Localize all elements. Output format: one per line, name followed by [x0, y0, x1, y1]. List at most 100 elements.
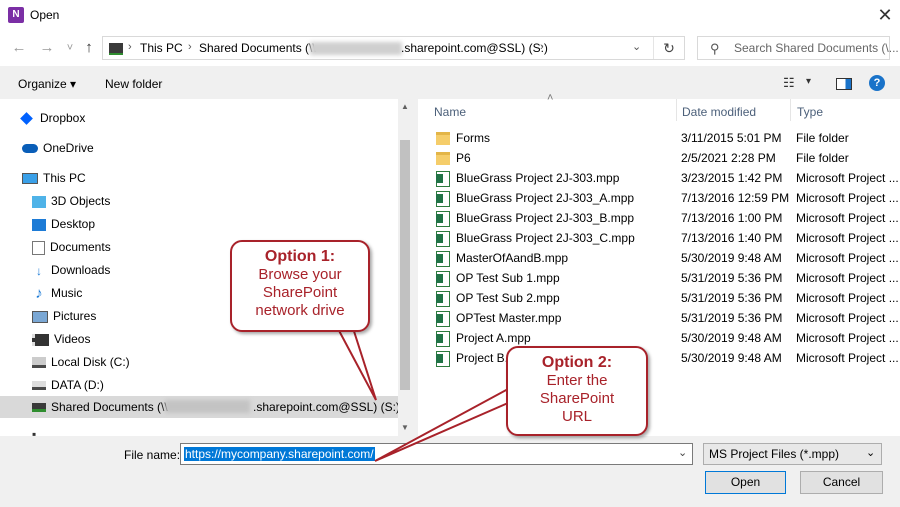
sidebar-item-dropbox[interactable]: Dropbox	[20, 107, 85, 129]
sidebar-item-label: DATA (D:)	[51, 378, 104, 392]
network-drive-icon	[109, 43, 123, 55]
file-row[interactable]: BlueGrass Project 2J-303.mpp 3/23/2015 1:…	[436, 168, 900, 188]
option1-title: Option 1:	[264, 248, 336, 265]
help-icon[interactable]: ?	[869, 75, 885, 91]
file-date-modified: 3/11/2015 5:01 PM	[681, 131, 782, 145]
search-placeholder: Search Shared Documents (\...	[734, 41, 899, 55]
file-type: Microsoft Project ...	[796, 231, 899, 245]
file-row[interactable]: OP Test Sub 1.mpp 5/31/2019 5:36 PM Micros…	[436, 268, 900, 288]
address-dropdown-chevron-icon[interactable]: ⌄	[632, 40, 641, 53]
sidebar-item-data-drive[interactable]: DATA (D:)	[32, 374, 104, 396]
sidebar-item-documents[interactable]: Documents	[32, 236, 111, 258]
file-row[interactable]: BlueGrass Project 2J-303_C.mpp 7/13/2016 …	[436, 228, 900, 248]
file-type-dropdown-chevron-icon: ⌄	[866, 447, 876, 459]
sidebar-item-label-start: Shared Documents (\\	[51, 400, 168, 414]
scroll-down-icon[interactable]: ▼	[401, 423, 409, 432]
open-button[interactable]: Open	[705, 471, 786, 494]
sidebar-item-shared-documents[interactable]: Shared Documents (\\	[32, 396, 168, 418]
sidebar-item-onedrive[interactable]: OneDrive	[22, 137, 94, 159]
sidebar-item-this-pc[interactable]: This PC	[22, 167, 86, 189]
video-icon	[32, 333, 49, 346]
file-type: Microsoft Project ...	[796, 291, 899, 305]
file-row[interactable]: Forms 3/11/2015 5:01 PM File folder	[436, 128, 900, 148]
project-file-icon	[436, 190, 450, 207]
column-divider[interactable]	[790, 99, 791, 121]
forward-arrow-icon[interactable]: →	[38, 38, 56, 58]
filename-dropdown-chevron-icon[interactable]: ⌄	[678, 446, 687, 459]
file-row[interactable]: BlueGrass Project 2J-303_B.mpp 7/13/2016 …	[436, 208, 900, 228]
filename-input[interactable]: https://mycompany.sharepoint.com/ ⌄	[180, 443, 693, 465]
project-file-icon	[436, 310, 450, 327]
option2-line: Enter the	[546, 372, 608, 389]
document-icon	[32, 240, 45, 255]
file-row[interactable]: OP Test Sub 2.mpp 5/31/2019 5:36 PM Micros…	[436, 288, 900, 308]
sidebar-item-local-disk[interactable]: Local Disk (C:)	[32, 351, 130, 373]
sidebar-item-videos[interactable]: Videos	[32, 328, 90, 350]
sidebar-item-music[interactable]: ♪ Music	[32, 282, 82, 304]
column-header-name[interactable]: Name	[434, 105, 466, 119]
address-bar[interactable]: › This PC › Shared Documents (\\ .sharep…	[102, 36, 685, 60]
file-type-select[interactable]: MS Project Files (*.mpp) ⌄	[703, 443, 882, 465]
new-folder-button[interactable]: New folder	[105, 77, 162, 91]
download-icon: ↓	[36, 263, 42, 278]
recent-locations-chevron-icon[interactable]: ˅	[61, 38, 79, 58]
file-type: Microsoft Project ...	[796, 351, 899, 365]
file-type: Microsoft Project ...	[796, 171, 899, 185]
sidebar-item-label-end: .sharepoint.com@SSL) (S:)	[253, 400, 400, 414]
back-arrow-icon[interactable]: ←	[10, 38, 28, 58]
project-file-icon	[436, 270, 450, 287]
view-dropdown-icon[interactable]: ▾	[806, 76, 811, 87]
file-row[interactable]: P6 2/5/2021 2:28 PM File folder	[436, 148, 900, 168]
file-name: Forms	[456, 131, 490, 145]
file-date-modified: 5/31/2019 5:36 PM	[681, 271, 783, 285]
option1-line: Browse your	[258, 266, 342, 283]
file-date-modified: 3/23/2015 1:42 PM	[681, 171, 783, 185]
close-button[interactable]: ✕	[870, 0, 900, 30]
organize-button[interactable]: Organize ▾	[18, 77, 76, 91]
cancel-button[interactable]: Cancel	[800, 471, 883, 494]
file-name: OP Test Sub 1.mpp	[456, 271, 560, 285]
sidebar-scrollbar-thumb[interactable]	[400, 140, 410, 390]
file-date-modified: 5/31/2019 5:36 PM	[681, 291, 783, 305]
column-header-date-modified[interactable]: Date modified	[682, 105, 756, 119]
column-header-type[interactable]: Type	[797, 105, 823, 119]
desktop-icon	[32, 218, 46, 231]
file-row[interactable]: Project A.mpp 5/30/2019 9:48 AM Microsoft …	[436, 328, 900, 348]
column-divider[interactable]	[676, 99, 677, 121]
scroll-up-icon[interactable]: ▲	[401, 102, 409, 111]
file-row[interactable]: MasterOfAandB.mpp 5/30/2019 9:48 AM Micros…	[436, 248, 900, 268]
file-date-modified: 7/13/2016 1:00 PM	[681, 211, 783, 225]
project-file-icon	[436, 210, 450, 227]
sidebar-item-label: Music	[51, 286, 83, 300]
sidebar-item-desktop[interactable]: Desktop	[32, 213, 95, 235]
file-name: BlueGrass Project 2J-303_B.mpp	[456, 211, 635, 225]
up-arrow-icon[interactable]: ↑	[80, 38, 98, 58]
search-input[interactable]: ⚲ Search Shared Documents (\...	[697, 36, 899, 60]
sidebar-item-3d-objects[interactable]: 3D Objects	[32, 190, 110, 212]
drive-icon	[32, 381, 46, 391]
preview-pane-icon[interactable]	[836, 78, 852, 90]
file-type: Microsoft Project ...	[796, 251, 899, 265]
file-row[interactable]: BlueGrass Project 2J-303_A.mpp 7/13/2016 …	[436, 188, 900, 208]
file-name: BlueGrass Project 2J-303.mpp	[456, 171, 620, 185]
view-options-icon[interactable]: ☷	[783, 75, 795, 91]
option1-line: SharePoint	[262, 284, 338, 301]
sidebar-item-pictures[interactable]: Pictures	[32, 305, 96, 327]
sidebar-item-network[interactable]: ▪ Network	[32, 429, 82, 436]
project-file-icon	[436, 170, 450, 187]
computer-icon	[22, 173, 38, 185]
breadcrumb-shared-documents-start[interactable]: Shared Documents (\\	[199, 41, 316, 55]
breadcrumb-this-pc[interactable]: This PC	[140, 41, 183, 55]
sidebar-item-label: Pictures	[53, 309, 97, 323]
file-type: File folder	[796, 151, 849, 165]
breadcrumb-shared-documents-end[interactable]: .sharepoint.com@SSL) (S:)	[401, 41, 548, 55]
option1-callout: Option 1: Browse your SharePoint network…	[230, 240, 370, 332]
option2-callout: Option 2: Enter the SharePoint URL	[506, 346, 648, 436]
refresh-icon[interactable]: ↻	[653, 37, 684, 59]
file-name: OPTest Master.mpp	[456, 311, 562, 325]
file-name: Project A.mpp	[456, 331, 531, 345]
file-date-modified: 5/30/2019 9:48 AM	[681, 251, 782, 265]
file-row[interactable]: OPTest Master.mpp 5/31/2019 5:36 PM Micros…	[436, 308, 900, 328]
disk-icon	[32, 357, 46, 369]
sidebar-item-downloads[interactable]: ↓ Downloads	[32, 259, 110, 281]
